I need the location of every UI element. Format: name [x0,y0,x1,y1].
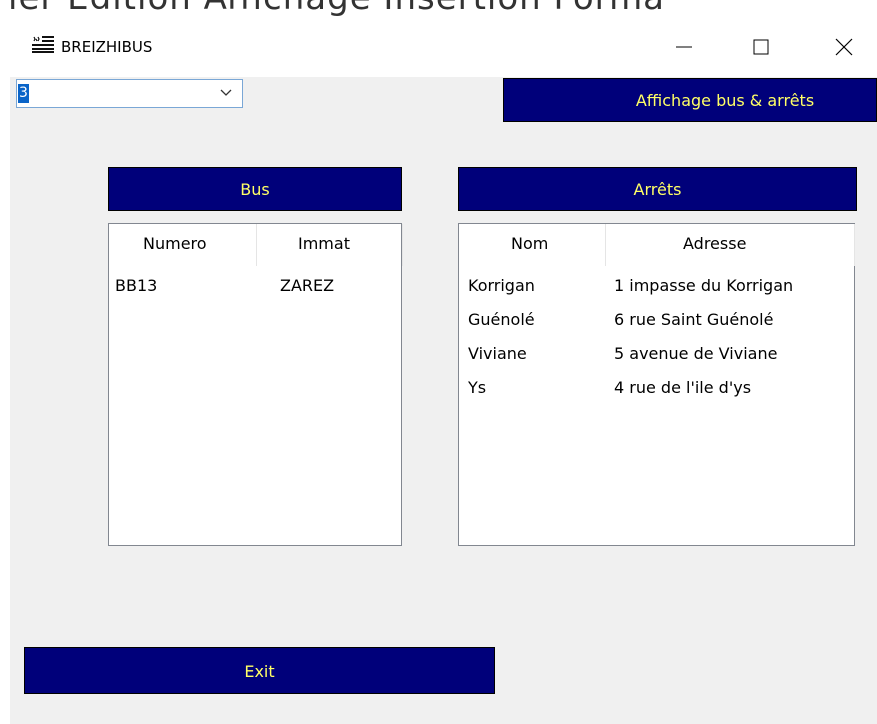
window-title: BREIZHIBUS [61,38,153,56]
column-divider[interactable] [854,224,855,266]
stop-address-cell: 1 impasse du Korrigan [614,276,794,295]
background-menu-text: ier Edition Affichage Insertion Forma [8,0,665,16]
column-header-nom[interactable]: Nom [511,234,548,253]
stop-name-cell: Viviane [468,344,527,363]
column-divider[interactable] [402,224,403,266]
column-header-numero[interactable]: Numero [143,234,207,253]
title-bar[interactable]: BREIZHIBUS [10,16,877,77]
maximize-button[interactable] [741,26,781,68]
minimize-icon [676,46,692,48]
app-window: BREIZHIBUS 3 Affichage bus & arrêts Bus … [10,16,877,724]
app-flag-icon [32,35,54,53]
exit-button[interactable]: Exit [24,647,495,694]
column-header-immat[interactable]: Immat [298,234,350,253]
column-header-adresse[interactable]: Adresse [683,234,746,253]
column-divider[interactable] [605,224,606,266]
stops-list[interactable]: Nom Adresse Korrigan 1 impasse du Korrig… [458,223,855,546]
bus-number-combobox[interactable]: 3 [16,79,243,108]
bus-immat-cell: ZAREZ [280,276,335,295]
chevron-down-icon[interactable] [220,89,232,97]
stop-address-cell: 4 rue de l'ile d'ys [614,378,752,397]
close-icon [835,38,853,56]
stop-name-cell: Korrigan [468,276,535,295]
show-bus-and-stops-button[interactable]: Affichage bus & arrêts [503,78,877,122]
bus-header-button[interactable]: Bus [108,167,402,211]
bus-numero-cell: BB13 [115,276,158,295]
combo-selected-value: 3 [18,84,29,103]
stop-address-cell: 6 rue Saint Guénolé [614,310,774,329]
stops-header-button[interactable]: Arrêts [458,167,857,211]
minimize-button[interactable] [664,26,704,68]
background-menu-bar: ier Edition Affichage Insertion Forma [0,0,877,16]
column-divider[interactable] [256,224,257,266]
stop-name-cell: Guénolé [468,310,535,329]
close-button[interactable] [824,26,864,68]
stop-name-cell: Ys [468,378,487,397]
bus-list[interactable]: Numero Immat BB13 ZAREZ [108,223,403,546]
maximize-icon [753,39,769,55]
stop-address-cell: 5 avenue de Viviane [614,344,778,363]
